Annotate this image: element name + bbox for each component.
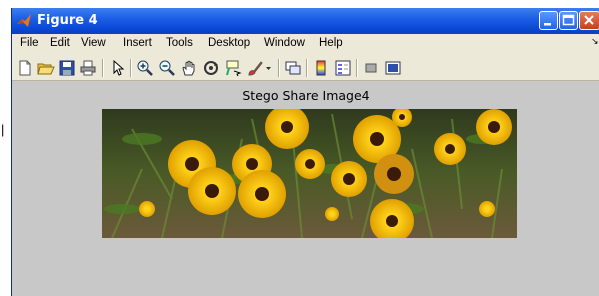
- toolbar-separator: [102, 59, 104, 77]
- figure-window: Figure 4 File Edit View Insert Tools Des…: [11, 8, 599, 296]
- new-figure-icon[interactable]: [16, 59, 34, 77]
- menu-insert[interactable]: Insert: [123, 37, 152, 49]
- data-cursor-icon[interactable]: [224, 59, 242, 77]
- menubar-dock-icon[interactable]: ↘: [591, 36, 599, 47]
- toolbar-separator: [278, 59, 280, 77]
- maximize-button[interactable]: [559, 11, 578, 30]
- toolbar-separator: [130, 59, 132, 77]
- menu-edit[interactable]: Edit: [50, 37, 70, 49]
- maximize-icon: [562, 14, 575, 26]
- menu-bar: File Edit View Insert Tools Desktop Wind…: [12, 34, 599, 55]
- close-icon: [584, 15, 594, 25]
- toolbar-separator: [356, 59, 358, 77]
- pan-hand-icon[interactable]: [180, 59, 198, 77]
- save-icon[interactable]: [58, 59, 76, 77]
- link-plot-icon[interactable]: [284, 59, 302, 77]
- menu-help[interactable]: Help: [319, 37, 343, 49]
- menu-desktop[interactable]: Desktop: [208, 37, 250, 49]
- title-bar[interactable]: Figure 4: [12, 8, 599, 34]
- edge-cursor-mark: |: [1, 122, 5, 137]
- figure-toolbar: [12, 55, 599, 81]
- minimize-icon: [544, 23, 551, 26]
- axes-title: Stego Share Image4: [242, 88, 370, 103]
- select-arrow-icon[interactable]: [108, 59, 126, 77]
- colorbar-icon[interactable]: [312, 59, 330, 77]
- show-plot-tools-icon[interactable]: [384, 59, 402, 77]
- legend-icon[interactable]: [334, 59, 352, 77]
- menu-window[interactable]: Window: [264, 37, 305, 49]
- stego-share-image: [102, 109, 517, 238]
- print-icon[interactable]: [79, 59, 97, 77]
- brush-icon[interactable]: [246, 59, 264, 77]
- brush-dropdown-icon[interactable]: [264, 59, 273, 77]
- open-file-icon[interactable]: [37, 59, 55, 77]
- menu-file[interactable]: File: [20, 37, 39, 49]
- window-title: Figure 4: [37, 13, 98, 28]
- minimize-button[interactable]: [539, 11, 558, 30]
- matlab-logo-icon: [17, 14, 31, 27]
- zoom-in-icon[interactable]: [136, 59, 154, 77]
- toolbar-separator: [306, 59, 308, 77]
- zoom-out-icon[interactable]: [158, 59, 176, 77]
- close-button[interactable]: [579, 11, 599, 30]
- rotate-3d-icon[interactable]: [202, 59, 220, 77]
- menu-tools[interactable]: Tools: [166, 37, 193, 49]
- hide-plot-tools-icon[interactable]: [362, 59, 380, 77]
- menu-view[interactable]: View: [81, 37, 106, 49]
